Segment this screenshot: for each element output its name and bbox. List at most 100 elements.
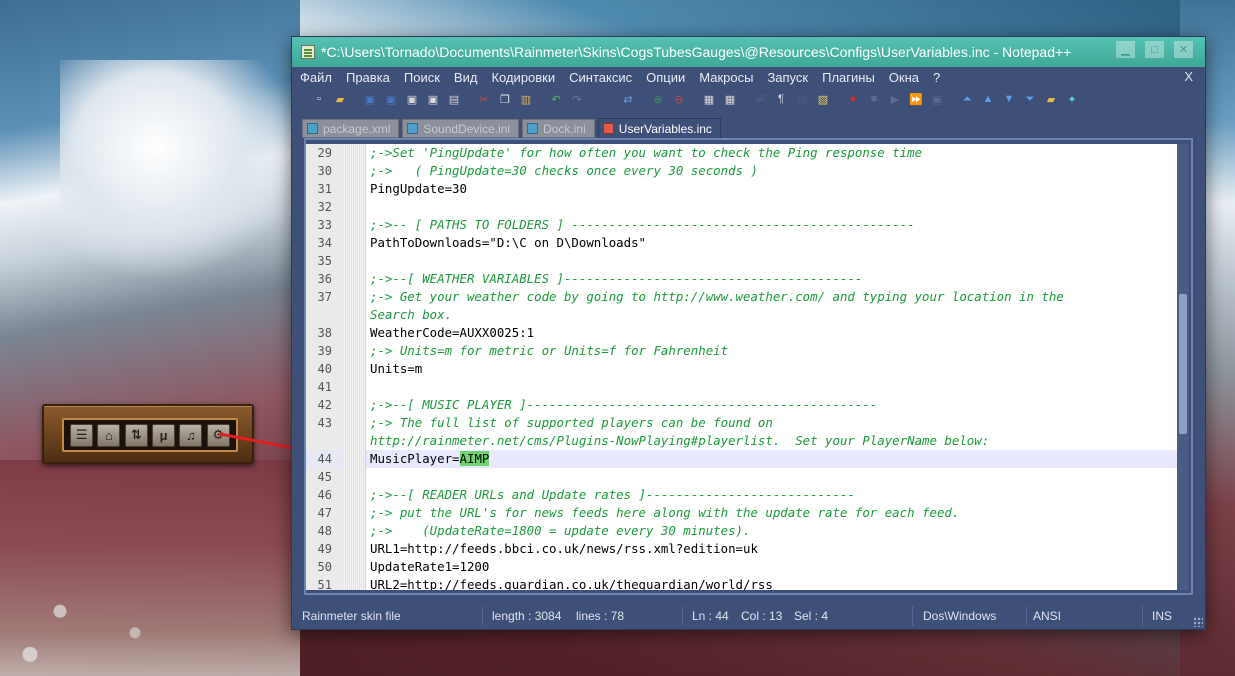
move-top-icon[interactable]: ⏶	[958, 90, 976, 108]
record-macro-icon[interactable]: ●	[844, 90, 862, 108]
code-line[interactable]: ;->--[ MUSIC PLAYER ]-------------------…	[366, 396, 1181, 414]
sync-horizontal-icon[interactable]: ▦	[721, 90, 739, 108]
line-number: 43	[317, 416, 332, 430]
close-document-button[interactable]: X	[1184, 69, 1193, 84]
code-line[interactable]: UpdateRate1=1200	[366, 558, 1181, 576]
vertical-scrollbar[interactable]	[1177, 144, 1189, 590]
find-icon[interactable]: ⌕	[598, 90, 616, 108]
code-line[interactable]: Units=m	[366, 360, 1181, 378]
code-line[interactable]	[366, 378, 1181, 396]
code-line-text: ;-> (UpdateRate=1800 = update every 30 m…	[370, 523, 751, 538]
show-all-chars-icon[interactable]: ¶	[772, 90, 790, 108]
tab-dock-ini[interactable]: Dock.ini	[522, 119, 595, 138]
line-number: 39	[317, 344, 332, 358]
code-line[interactable]: ;->Set 'PingUpdate' for how often you wa…	[366, 144, 1181, 162]
code-line[interactable]: ;-> Units=m for metric or Units=f for Fa…	[366, 342, 1181, 360]
code-line[interactable]: ;-> Get your weather code by going to ht…	[366, 288, 1181, 306]
undo-icon[interactable]: ↶	[547, 90, 565, 108]
menu-item[interactable]: Запуск	[767, 70, 808, 85]
code-line[interactable]: ;->--[ WEATHER VARIABLES ]--------------…	[366, 270, 1181, 288]
menu-item[interactable]: Опции	[646, 70, 685, 85]
code-line[interactable]: URL2=http://feeds.guardian.co.uk/theguar…	[366, 576, 1181, 590]
word-wrap-icon[interactable]: ⏎	[751, 90, 769, 108]
menu-item[interactable]: Правка	[346, 70, 390, 85]
redo-icon[interactable]: ↷	[568, 90, 586, 108]
indent-guide-icon[interactable]: ▤	[793, 90, 811, 108]
code-line[interactable]: ;-> put the URL's for news feeds here al…	[366, 504, 1181, 522]
code-line[interactable]: PingUpdate=30	[366, 180, 1181, 198]
desktop-rocky-ground	[0, 460, 300, 676]
file-tab-icon	[602, 123, 614, 134]
code-line-text: ;->--[ MUSIC PLAYER ]-------------------…	[370, 397, 878, 412]
code-line[interactable]	[366, 252, 1181, 270]
tab-package-xml[interactable]: package.xml	[302, 119, 400, 138]
cut-icon[interactable]: ✂	[475, 90, 493, 108]
status-line: Ln : 44	[692, 609, 729, 623]
menu-item[interactable]: Синтаксис	[569, 70, 632, 85]
code-line[interactable]: ;->-- [ PATHS TO FOLDERS ] -------------…	[366, 216, 1181, 234]
code-line[interactable]	[366, 198, 1181, 216]
menu-item[interactable]: Макросы	[699, 70, 753, 85]
menu-item[interactable]: Поиск	[404, 70, 440, 85]
menu-item[interactable]: Вид	[454, 70, 478, 85]
zoom-out-icon[interactable]: ⊖	[670, 90, 688, 108]
code-line[interactable]: ;-> The full list of supported players c…	[366, 414, 1181, 432]
tab-uservariables-inc[interactable]: UserVariables.inc	[597, 118, 721, 138]
print-icon[interactable]: ▤	[445, 90, 463, 108]
menu-item[interactable]: Плагины	[822, 70, 875, 85]
play-macro-icon[interactable]: ▶	[886, 90, 904, 108]
code-line[interactable]: http://rainmeter.net/cms/Plugins-NowPlay…	[366, 432, 1181, 450]
scrollbar-thumb[interactable]	[1179, 294, 1187, 434]
move-bottom-icon[interactable]: ⏷	[1021, 90, 1039, 108]
save-icon[interactable]: ▣	[361, 90, 379, 108]
save-macro-icon[interactable]: ▣	[928, 90, 946, 108]
tab-sounddevice-ini[interactable]: SoundDevice.ini	[402, 119, 520, 138]
paste-icon[interactable]: ▥	[517, 90, 535, 108]
menu-item[interactable]: Окна	[889, 70, 919, 85]
menu-item[interactable]: Файл	[300, 70, 332, 85]
code-line[interactable]: ;-> (UpdateRate=1800 = update every 30 m…	[366, 522, 1181, 540]
dock-settings-icon[interactable]: ⇅	[124, 423, 148, 447]
run-macro-multiple-icon[interactable]: ⏩	[907, 90, 925, 108]
code-line[interactable]: Search box.	[366, 306, 1181, 324]
move-down-icon[interactable]: ▼	[1000, 90, 1018, 108]
minimize-button[interactable]: ▁	[1116, 41, 1135, 58]
code-line[interactable]	[366, 468, 1181, 486]
new-file-icon[interactable]: ▫	[310, 90, 328, 108]
zoom-in-icon[interactable]: ⊕	[649, 90, 667, 108]
code-line[interactable]: PathToDownloads="D:\C on D\Downloads"	[366, 234, 1181, 252]
line-number: 35	[317, 254, 332, 268]
maximize-button[interactable]: □	[1145, 41, 1164, 58]
selected-text[interactable]: AIMP	[459, 451, 490, 466]
line-number: 42	[317, 398, 332, 412]
network-icon[interactable]: ⌂	[97, 423, 121, 447]
copy-icon[interactable]: ❐	[496, 90, 514, 108]
rss-icon[interactable]: ☰	[70, 423, 94, 447]
save-all-icon[interactable]: ▣	[382, 90, 400, 108]
open-file-icon[interactable]: ▰	[331, 90, 349, 108]
move-up-icon[interactable]: ▲	[979, 90, 997, 108]
resize-grip[interactable]	[1193, 617, 1203, 627]
replace-icon[interactable]: ⇄	[619, 90, 637, 108]
menu-item[interactable]: ?	[933, 70, 940, 85]
doc-map-icon[interactable]: ▧	[814, 90, 832, 108]
plugin-icon[interactable]: ✦	[1063, 90, 1081, 108]
code-line[interactable]: URL1=http://feeds.bbci.co.uk/news/rss.xm…	[366, 540, 1181, 558]
stop-macro-icon[interactable]: ■	[865, 90, 883, 108]
title-bar[interactable]: *C:\Users\Tornado\Documents\Rainmeter\Sk…	[292, 37, 1205, 67]
close-all-icon[interactable]: ▣	[424, 90, 442, 108]
music-icon[interactable]: ♫	[179, 423, 203, 447]
text-icon[interactable]: μ	[152, 423, 176, 447]
close-button[interactable]: ✕	[1174, 41, 1193, 58]
code-line[interactable]: WeatherCode=AUXX0025:1	[366, 324, 1181, 342]
code-line[interactable]: ;->--[ READER URLs and Update rates ]---…	[366, 486, 1181, 504]
code-line[interactable]: MusicPlayer=AIMP	[366, 450, 1181, 468]
close-file-icon[interactable]: ▣	[403, 90, 421, 108]
fold-margin[interactable]	[344, 144, 366, 590]
code-text-area[interactable]: ;->Set 'PingUpdate' for how often you wa…	[366, 144, 1181, 590]
menu-item[interactable]: Кодировки	[491, 70, 555, 85]
code-line[interactable]: ;-> ( PingUpdate=30 checks once every 30…	[366, 162, 1181, 180]
folder-icon[interactable]: ▰	[1042, 90, 1060, 108]
status-divider	[1026, 606, 1027, 626]
sync-vertical-icon[interactable]: ▦	[700, 90, 718, 108]
